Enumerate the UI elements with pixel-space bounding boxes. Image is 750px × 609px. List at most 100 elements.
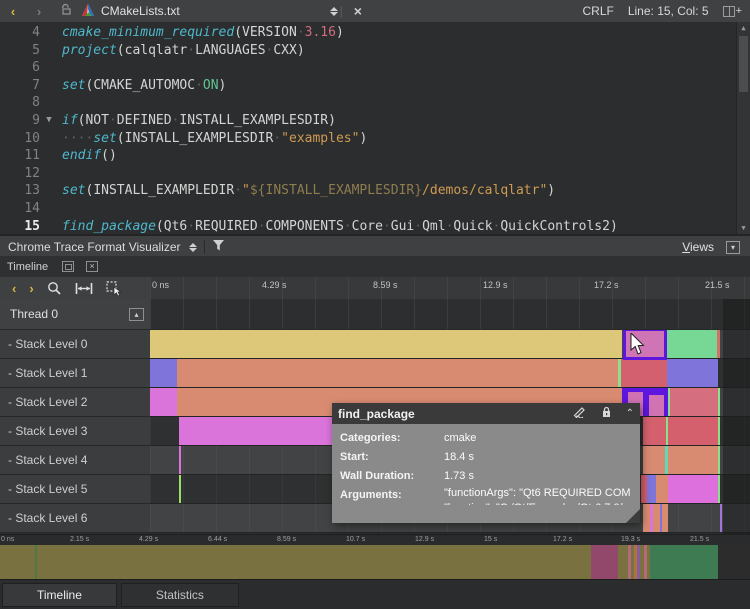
trace-event[interactable] xyxy=(668,417,718,445)
code-editor[interactable]: 4cmake_minimum_required(VERSION·3.16)5pr… xyxy=(0,22,750,234)
overview-strip[interactable] xyxy=(0,545,750,579)
code-text xyxy=(58,200,62,218)
code-line[interactable]: 10····set(INSTALL_EXAMPLESDIR·"examples"… xyxy=(0,130,750,148)
trace-event[interactable] xyxy=(668,475,718,503)
back-button[interactable]: ‹ xyxy=(0,4,26,19)
trace-event[interactable] xyxy=(179,417,345,445)
overview-segment[interactable] xyxy=(718,545,750,579)
trace-event[interactable] xyxy=(662,504,668,532)
code-line[interactable]: 14 xyxy=(0,200,750,218)
scroll-down-icon[interactable]: ▼ xyxy=(737,222,750,234)
trace-event[interactable] xyxy=(667,330,717,358)
selected-event[interactable] xyxy=(623,330,667,360)
ruler-tick-label: 21.5 s xyxy=(705,280,730,290)
scroll-up-icon[interactable]: ▲ xyxy=(737,22,750,34)
overview-segment[interactable] xyxy=(591,545,618,579)
visualizer-selector[interactable]: Chrome Trace Format Visualizer xyxy=(8,240,181,254)
trace-event[interactable] xyxy=(656,475,668,503)
ruler-tick-label: 4.29 s xyxy=(262,280,287,290)
edit-note-icon[interactable] xyxy=(573,406,587,421)
fit-range-icon[interactable] xyxy=(75,282,93,295)
trace-event[interactable] xyxy=(670,388,718,416)
thread-label[interactable]: Thread 0 ▴ xyxy=(0,299,150,330)
stack-level-label[interactable]: - Stack Level 3 xyxy=(0,417,150,446)
tooltip-field-label: Categories: xyxy=(340,429,444,448)
overview-segment[interactable] xyxy=(0,545,35,579)
tab-timeline[interactable]: Timeline xyxy=(2,583,117,607)
trace-event[interactable] xyxy=(643,446,665,474)
filter-icon[interactable] xyxy=(212,239,225,255)
views-menu[interactable]: Views xyxy=(682,240,714,254)
scrollbar-thumb[interactable] xyxy=(739,36,748,92)
overview-segment[interactable] xyxy=(650,545,718,579)
code-line[interactable]: 6 xyxy=(0,59,750,77)
tooltip-resize-grip[interactable] xyxy=(626,509,640,523)
stack-level-label[interactable]: - Stack Level 4 xyxy=(0,446,150,475)
close-document-button[interactable]: × xyxy=(345,3,371,19)
split-editor-icon[interactable]: + xyxy=(723,5,742,17)
collapse-tooltip-icon[interactable]: ⌃ xyxy=(626,408,634,419)
visualizer-dropdown-icon[interactable] xyxy=(189,243,197,252)
code-line[interactable]: 7set(CMAKE_AUTOMOC·ON) xyxy=(0,77,750,95)
timeline-header: ‹ › 0 ns4.29 s8.59 s12.9 s17.2 s21.5 s xyxy=(0,277,750,299)
tooltip-titlebar[interactable]: find_package ⌃ xyxy=(332,403,640,424)
trace-event[interactable] xyxy=(150,359,177,387)
next-event-button[interactable]: › xyxy=(29,281,33,296)
stack-level-label[interactable]: - Stack Level 5 xyxy=(0,475,150,504)
overview-tick-label: 0 ns xyxy=(1,536,14,543)
line-ending-indicator[interactable]: CRLF xyxy=(583,4,614,18)
lock-icon[interactable] xyxy=(601,406,612,421)
fold-column xyxy=(40,165,58,183)
prev-event-button[interactable]: ‹ xyxy=(12,281,16,296)
trace-event[interactable] xyxy=(621,359,667,387)
trace-event[interactable] xyxy=(718,417,720,445)
forward-button[interactable]: › xyxy=(26,4,52,19)
code-line[interactable]: 9▼if(NOT·DEFINED·INSTALL_EXAMPLESDIR) xyxy=(0,112,750,130)
trace-event[interactable] xyxy=(179,475,181,503)
overview-segment[interactable] xyxy=(618,545,628,579)
trace-event[interactable] xyxy=(653,504,660,532)
trace-event[interactable] xyxy=(177,359,618,387)
trace-event[interactable] xyxy=(150,330,622,358)
collapse-thread-icon[interactable]: ▴ xyxy=(129,308,144,321)
fold-column xyxy=(40,182,58,200)
close-panel-icon[interactable]: × xyxy=(86,261,98,272)
cmake-file-icon xyxy=(81,3,95,20)
trace-event[interactable] xyxy=(643,417,666,445)
trace-event[interactable] xyxy=(717,330,720,358)
trace-event[interactable] xyxy=(649,395,664,416)
fold-marker-icon[interactable]: ▼ xyxy=(40,112,58,130)
trace-event[interactable] xyxy=(718,446,720,474)
trace-event[interactable] xyxy=(179,446,181,474)
code-line[interactable]: 12 xyxy=(0,165,750,183)
float-panel-icon[interactable] xyxy=(62,261,74,272)
trace-event[interactable] xyxy=(718,475,720,503)
editor-scrollbar[interactable]: ▲ ▼ xyxy=(736,22,750,234)
trace-event[interactable] xyxy=(720,504,722,532)
trace-event[interactable] xyxy=(647,475,656,503)
trace-event[interactable] xyxy=(668,446,718,474)
trace-event[interactable] xyxy=(667,359,718,387)
views-dropdown-icon[interactable]: ▾ xyxy=(726,241,740,254)
line-number: 15 xyxy=(0,218,40,236)
tooltip-row: Start:18.4 s xyxy=(340,448,640,467)
code-line[interactable]: 13set(INSTALL_EXAMPLEDIR·"${INSTALL_EXAM… xyxy=(0,182,750,200)
code-line[interactable]: 11endif() xyxy=(0,147,750,165)
trace-event[interactable] xyxy=(643,504,650,532)
code-line[interactable]: 8 xyxy=(0,94,750,112)
tab-statistics[interactable]: Statistics xyxy=(121,583,239,607)
stack-level-label[interactable]: - Stack Level 2 xyxy=(0,388,150,417)
code-line[interactable]: 5project(calqlatr·LANGUAGES·CXX) xyxy=(0,42,750,60)
stack-level-label[interactable]: - Stack Level 6 xyxy=(0,504,150,533)
code-line[interactable]: 4cmake_minimum_required(VERSION·3.16) xyxy=(0,24,750,42)
stack-level-label[interactable]: - Stack Level 1 xyxy=(0,359,150,388)
zoom-icon[interactable] xyxy=(47,281,62,296)
document-dropdown-icon[interactable] xyxy=(330,7,338,16)
overview-segment[interactable] xyxy=(37,545,591,579)
range-selection-icon[interactable] xyxy=(106,281,122,296)
open-document-name[interactable]: CMakeLists.txt xyxy=(101,4,180,18)
stack-level-label[interactable]: - Stack Level 0 xyxy=(0,330,150,359)
trace-event[interactable] xyxy=(718,388,720,416)
code-line[interactable]: 15find_package(Qt6·REQUIRED·COMPONENTS·C… xyxy=(0,218,750,236)
trace-event[interactable] xyxy=(150,388,177,416)
